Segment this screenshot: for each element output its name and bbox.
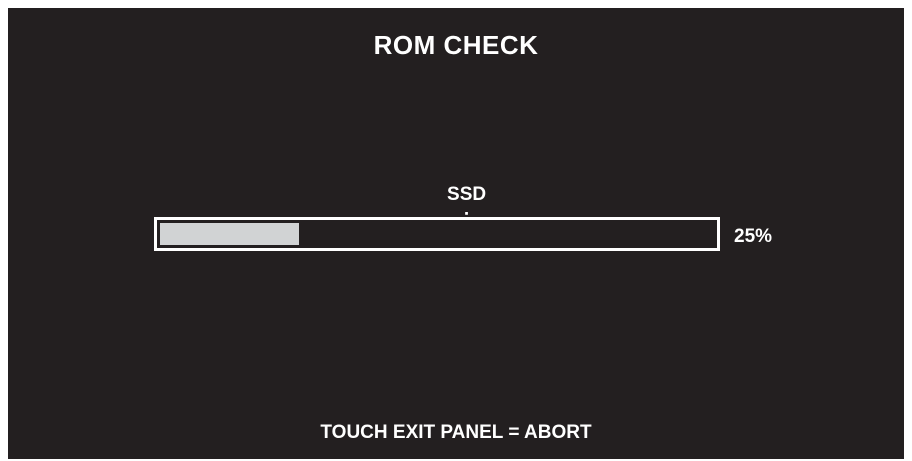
rom-check-progress-bar	[154, 217, 720, 251]
abort-instruction: TOUCH EXIT PANEL = ABORT	[320, 422, 592, 443]
page-title: ROM CHECK	[373, 30, 539, 60]
progress-percent: 25%	[734, 226, 773, 247]
rom-check-screen: ROM CHECK SSD : - - - 25% TOUCH EXIT PAN…	[8, 8, 904, 459]
ssd-status-label: SSD	[447, 184, 487, 205]
progress-fill	[160, 223, 299, 245]
